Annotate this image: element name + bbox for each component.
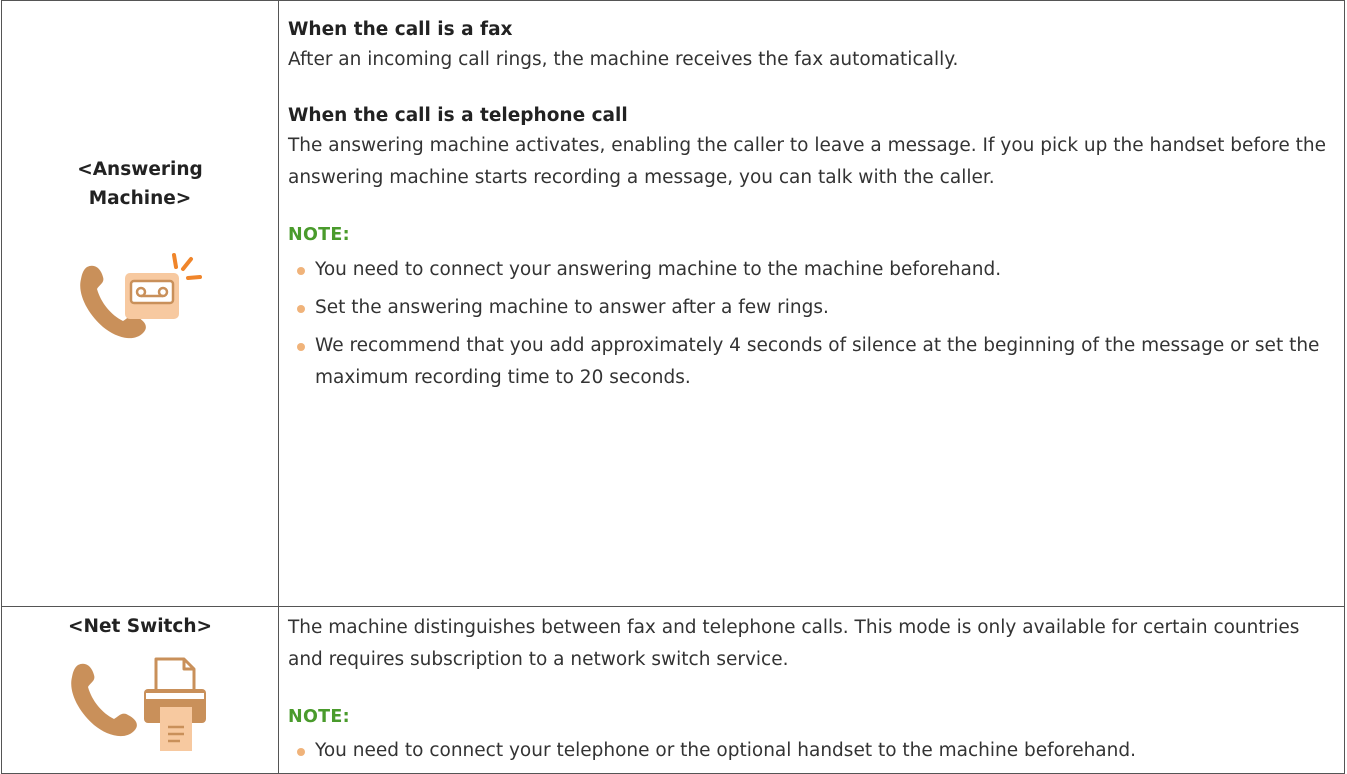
note-text: You need to connect your answering machi… [315,259,1002,280]
list-item: We recommend that you add approximately … [288,330,1336,394]
note-text: We recommend that you add approximately … [315,335,1320,388]
receive-mode-table: <Answering Machine> When the call is a f… [1,0,1345,774]
list-item: You need to connect your telephone or th… [288,735,1336,767]
table-row: <Net Switch> The machine distinguishes b… [1,606,1345,774]
note-text: Set the answering machine to answer afte… [315,297,829,318]
mode-name: <Answering Machine> [77,159,203,209]
section-heading: When the call is a telephone call [288,105,628,126]
table-row: <Answering Machine> When the call is a f… [1,0,1345,607]
bullet-icon [297,305,305,313]
mode-cell: <Net Switch> [1,606,279,774]
note-list: You need to connect your answering machi… [288,254,1336,394]
section-text: After an incoming call rings, the machin… [288,49,959,70]
bullet-icon [297,343,305,351]
description-cell: When the call is a fax After an incoming… [278,0,1345,607]
mode-name: <Net Switch> [67,616,213,637]
bullet-icon [297,267,305,275]
note-label: NOTE: [288,225,350,245]
list-item: You need to connect your answering machi… [288,254,1336,286]
note-text: You need to connect your telephone or th… [315,740,1136,761]
phone-and-answering-machine-icon [80,253,202,339]
section-heading: When the call is a fax [288,19,513,40]
list-item: Set the answering machine to answer afte… [288,292,1336,324]
bullet-icon [297,748,305,756]
mode-cell: <Answering Machine> [1,0,279,607]
note-list: You need to connect your telephone or th… [288,735,1336,767]
description-cell: The machine distinguishes between fax an… [278,606,1345,774]
phone-and-fax-machine-icon [71,657,206,751]
section-text: The answering machine activates, enablin… [288,135,1326,188]
mode-description: The machine distinguishes between fax an… [288,617,1300,670]
note-label: NOTE: [288,707,350,727]
